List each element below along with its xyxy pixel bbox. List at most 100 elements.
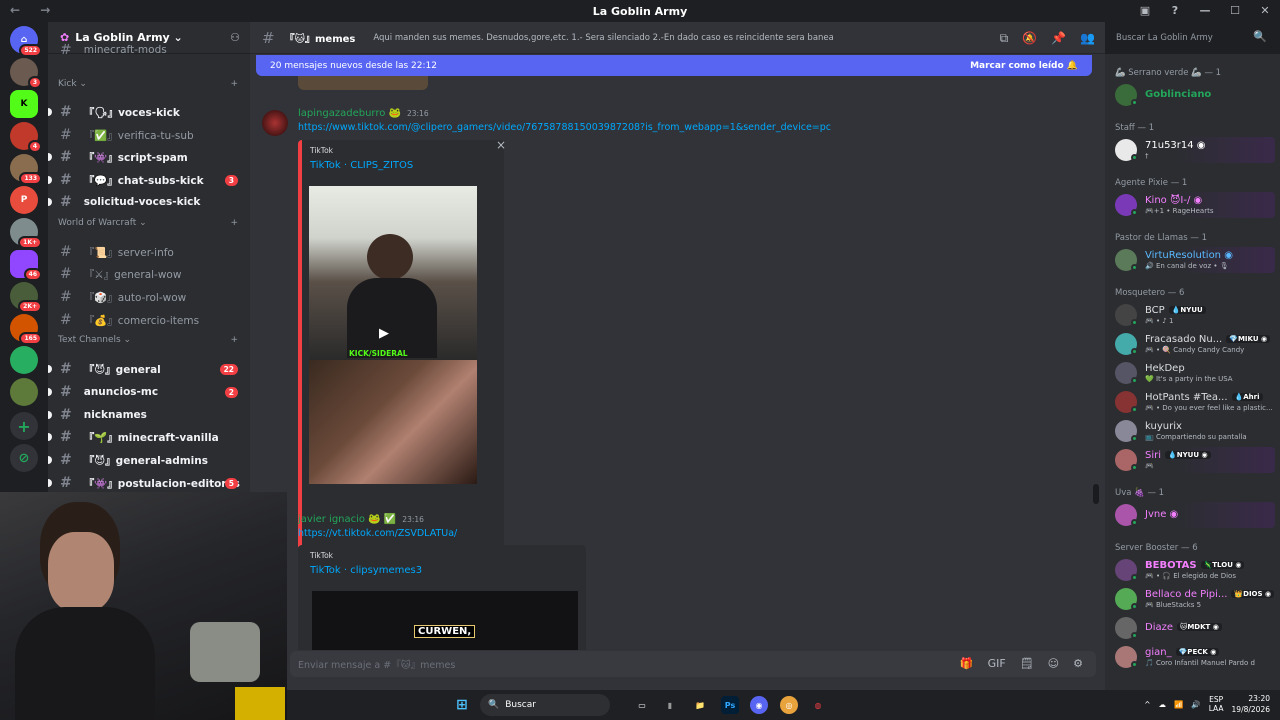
add-channel-icon[interactable]: + [230, 335, 238, 345]
member-item[interactable]: Jvne ◉ [1109, 502, 1275, 528]
play-icon[interactable]: ▶ [379, 326, 389, 341]
start-button[interactable]: ⊞ [453, 696, 471, 714]
add-channel-icon[interactable]: + [230, 79, 238, 89]
gift-icon[interactable]: 🎁 [960, 657, 974, 670]
message-author[interactable]: javier ignacio 🐸 ✅ 23:16 [298, 514, 424, 525]
maximize-button[interactable]: ☐ [1220, 0, 1250, 22]
apps-icon[interactable]: ⚙ [1073, 657, 1083, 670]
channel-item[interactable]: # 『👾』postulacion-editores 5 [48, 473, 250, 492]
language-indicator[interactable]: ESP LAA [1209, 695, 1224, 713]
kick-server-icon[interactable]: K [10, 90, 38, 118]
clock[interactable]: 23:20 19/8/2026 [1232, 693, 1270, 715]
member-item[interactable]: VirtuResolution ◉ 🔊 En canal de voz • 🎙 [1109, 247, 1275, 273]
category-wow[interactable]: World of Warcraft ⌄ + [58, 218, 238, 228]
channel-item[interactable]: # 『🎲』auto-rol-wow [48, 287, 250, 307]
volume-icon[interactable]: 🔊 [1191, 700, 1200, 709]
category-text[interactable]: Text Channels ⌄ + [58, 335, 238, 345]
server-icon[interactable]: 3 [10, 58, 42, 89]
message-author[interactable]: lapingazadeburro 🐸 23:16 [298, 108, 429, 119]
add-channel-icon[interactable]: + [230, 218, 238, 228]
chrome-icon[interactable]: ◎ [780, 696, 798, 714]
server-icon[interactable]: P [10, 186, 38, 214]
member-item[interactable]: Kino 😈I-/ ◉ 🎮+1 • RageHearts [1109, 192, 1275, 218]
member-item[interactable]: Bellaco de Pipi... 👑DIOS ◉ 🎮 BlueStacks 5 [1109, 586, 1275, 612]
threads-icon[interactable]: ⧉ [1000, 31, 1009, 46]
invite-icon[interactable]: ⚇ [230, 31, 240, 44]
member-item[interactable]: HotPants #Tea... 💧Ahri 🎮 • Do you ever fee… [1109, 389, 1275, 415]
inbox-icon[interactable]: ▣ [1130, 0, 1160, 22]
server-icon[interactable]: 1K+ [10, 218, 42, 249]
app-icon[interactable]: ◍ [809, 696, 827, 714]
help-icon[interactable]: ? [1160, 0, 1190, 22]
members-icon[interactable]: 👥 [1080, 31, 1095, 46]
emoji-icon[interactable]: ☺ [1048, 657, 1059, 670]
mute-icon[interactable]: 🔕 [1022, 31, 1037, 46]
minimize-button[interactable]: — [1190, 0, 1220, 22]
close-button[interactable]: ✕ [1250, 0, 1280, 22]
member-item[interactable]: gian_ 💎PECK ◉ 🎵 Coro Infantil Manuel Pardo… [1109, 644, 1275, 670]
file-explorer-icon[interactable]: 📁 [691, 696, 709, 714]
channel-item[interactable]: # 『💬』chat-subs-kick 3 [48, 170, 250, 190]
scrollbar[interactable] [1093, 484, 1099, 504]
server-icon[interactable]: 2K+ [10, 282, 42, 313]
sticker-icon[interactable]: 🗒 [1020, 657, 1034, 670]
member-item[interactable]: kuyurix 📺 Compartiendo su pantalla [1109, 418, 1275, 444]
video-thumbnail-2[interactable] [309, 360, 477, 484]
channel-item[interactable]: # 『🌱』minecraft-vanilla [48, 427, 250, 447]
member-item[interactable]: HekDep 💚 It's a party in the USA [1109, 360, 1275, 386]
channel-item[interactable]: # 『🗣』voces-kick [48, 102, 250, 122]
channel-item[interactable]: # solicitud-voces-kick [48, 192, 250, 212]
onedrive-icon[interactable]: ☁ [1159, 700, 1167, 709]
pin-icon[interactable]: 📌 [1051, 31, 1066, 46]
member-item[interactable]: Siri 💧NYUU ◉ 🎮 [1109, 447, 1275, 473]
member-item[interactable]: Fracasado Nu... 💎MIKU ◉ 🎮 • 🍭 Candy Candy … [1109, 331, 1275, 357]
new-messages-bar[interactable]: 20 mensajes nuevos desde las 22:12 Marca… [256, 55, 1092, 76]
add-server-icon[interactable]: + [10, 412, 38, 440]
server-icon[interactable]: 133 [10, 154, 42, 185]
channel-item[interactable]: # 『😈』general-admins [48, 450, 250, 470]
channel-item[interactable]: # anuncios-mc 2 [48, 382, 250, 402]
channel-item[interactable]: # 『✅』verifica-tu-sub [48, 125, 250, 145]
member-item[interactable]: Diaze 🐱MDKT ◉ [1109, 615, 1275, 641]
channel-item[interactable]: # 『💰』comercio-items [48, 310, 250, 330]
member-item[interactable]: Goblinciano [1109, 82, 1275, 108]
mark-read-button[interactable]: Marcar como leído 🔔 [970, 61, 1078, 71]
tray-overflow-icon[interactable]: ^ [1144, 700, 1150, 709]
history-nav[interactable]: ← → [10, 3, 58, 17]
app-icon[interactable]: ▮ [661, 696, 679, 714]
category-kick[interactable]: Kick ⌄ + [58, 79, 238, 89]
channel-item[interactable]: # nicknames [48, 405, 250, 425]
member-item[interactable]: BCP 💧NYUU 🎮 • ♪ 1 [1109, 302, 1275, 328]
server-icon[interactable]: 165 [10, 314, 42, 345]
home-button[interactable]: ⌂ 522 [10, 26, 42, 57]
message-link[interactable]: https://vt.tiktok.com/ZSVDLATUa/ [298, 528, 457, 539]
gif-icon[interactable]: GIF [988, 657, 1006, 670]
server-icon[interactable] [10, 346, 38, 374]
channel-topic[interactable]: Aqui manden sus memes. Desnudos,gore,etc… [373, 33, 833, 43]
task-view-icon[interactable]: ▭ [633, 696, 651, 714]
channel-item[interactable]: # 『😈』general 22 [48, 359, 250, 379]
explore-icon[interactable]: ⊘ [10, 444, 38, 472]
photoshop-icon[interactable]: Ps [721, 696, 739, 714]
message-link[interactable]: https://www.tiktok.com/@clipero_gamers/v… [298, 122, 831, 133]
server-label: K [20, 99, 28, 109]
member-item[interactable]: BEBOTAS 🦎TLOU ◉ 🎮 • 🎧 El elegido de Dios [1109, 557, 1275, 583]
close-icon[interactable]: × [496, 138, 506, 152]
embed-title[interactable]: TikTok · clipsymemes3 [310, 565, 422, 576]
server-icon[interactable] [10, 378, 38, 406]
channel-item[interactable]: # 『📜』server-info [48, 242, 250, 262]
channel-item[interactable]: # 『👾』script-spam [48, 147, 250, 167]
avatar[interactable] [262, 110, 288, 136]
search-input[interactable]: Buscar La Goblin Army 🔍 [1110, 28, 1273, 48]
taskbar-search[interactable]: 🔍 Buscar [480, 694, 610, 716]
embed-title[interactable]: TikTok · CLIPS_ZITOS [310, 160, 413, 171]
discord-icon[interactable]: ◉ [750, 696, 768, 714]
twitch-server-icon[interactable]: 46 [10, 250, 42, 281]
video-thumbnail[interactable]: KICK/SIDERAL ▶ [309, 186, 477, 360]
member-name: Siri [1145, 450, 1162, 461]
server-icon[interactable]: 4 [10, 122, 42, 153]
network-icon[interactable]: 📶 [1174, 700, 1183, 709]
channel-item[interactable]: # 『⚔』general-wow [48, 264, 250, 284]
channel-partial[interactable]: # minecraft-mods [48, 44, 250, 56]
member-item[interactable]: 71u53r14 ◉ † [1109, 137, 1275, 163]
